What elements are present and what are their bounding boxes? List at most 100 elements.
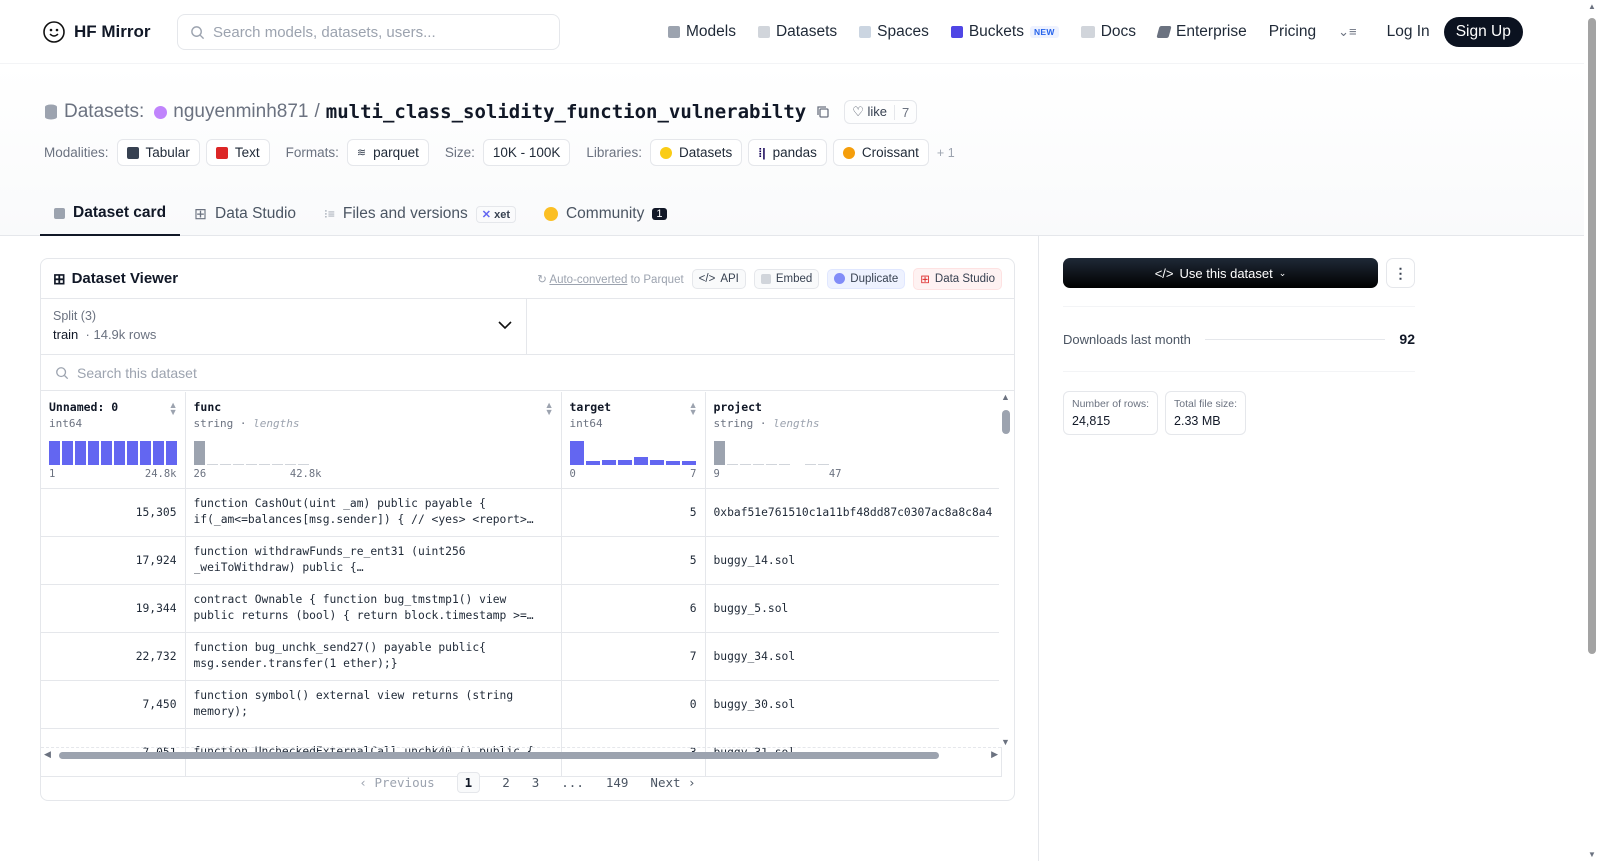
scroll-right-icon[interactable]: ▶ [991,749,998,760]
like-button[interactable]: ♡ like 7 [844,100,918,124]
data-studio-button[interactable]: ⊞ Data Studio [913,267,1002,290]
page-scroll-down-icon[interactable]: ▼ [1588,850,1596,859]
histogram-bar[interactable] [778,464,790,465]
histogram-bar[interactable] [585,461,600,465]
tab-files[interactable]: ⁝≡ Files and versions ✕ xet [310,192,530,236]
tab-community[interactable]: Community 1 [530,192,681,236]
scroll-up-icon[interactable]: ▲ [1001,392,1010,402]
use-dataset-button[interactable]: </> Use this dataset ⌄ [1063,258,1378,288]
nav-datasets[interactable]: Datasets [757,23,837,41]
column-header-unnamed[interactable]: Unnamed: 0 int64 ▲ ▼ 1 24.8k [41,392,186,489]
table-row[interactable]: 19,344 contract Ownable { function bug_tm… [41,584,1002,633]
histogram-bar[interactable] [739,464,751,465]
histogram-bar[interactable] [713,441,725,465]
page-scrollbar-thumb[interactable] [1588,18,1596,654]
histogram-bar[interactable] [193,441,205,465]
histogram-bar[interactable] [232,464,244,465]
histogram-bar[interactable] [100,441,112,465]
login-link[interactable]: Log In [1387,23,1430,41]
api-button[interactable]: </> API [691,268,746,289]
page-1[interactable]: 1 [456,771,481,793]
sort-icon[interactable]: ▲ ▼ [169,401,178,417]
auto-converted-link[interactable]: Auto-converted [549,274,627,286]
histogram-bar[interactable] [206,464,218,465]
histogram-bar[interactable] [87,441,99,465]
histogram-bar[interactable] [271,464,283,465]
histogram-bar[interactable] [601,460,616,465]
page-149[interactable]: 149 [606,775,629,790]
histogram-bar[interactable] [258,464,270,465]
histogram-bar[interactable] [284,464,296,465]
tab-dataset-card[interactable]: Dataset card [40,192,181,236]
tag-text[interactable]: Text [205,139,270,166]
histogram-bar[interactable] [817,464,829,465]
sort-icon[interactable]: ▲ ▼ [689,401,698,417]
table-vertical-scrollbar[interactable]: ▲ ▼ [999,392,1014,747]
nav-buckets[interactable]: Buckets NEW [950,23,1059,41]
histogram-bar[interactable] [139,441,151,465]
histogram-bar[interactable] [152,441,164,465]
nav-docs[interactable]: Docs [1080,23,1136,41]
scroll-down-icon[interactable]: ▼ [1001,737,1010,747]
sort-icon[interactable]: ▲ ▼ [545,401,554,417]
histogram-bar[interactable] [297,464,309,465]
next-page-button[interactable]: Next › [650,775,695,790]
table-row[interactable]: 17,924 function withdrawFunds_re_ent31 (u… [41,536,1002,585]
scrollbar-thumb[interactable] [59,752,939,759]
nav-spaces[interactable]: Spaces [859,23,929,41]
embed-button[interactable]: Embed [753,268,820,289]
tag-tabular[interactable]: Tabular [116,139,200,166]
prev-page-button[interactable]: ‹ Previous [359,775,434,790]
table-row[interactable]: 22,732 function bug_unchk_send27() payabl… [41,632,1002,681]
histogram-bar[interactable] [569,441,584,465]
page-2[interactable]: 2 [502,775,510,790]
histogram-bar[interactable] [113,441,125,465]
tag-croissant[interactable]: Croissant [832,139,929,166]
nav-pricing[interactable]: Pricing [1269,23,1316,41]
column-header-target[interactable]: target int64 ▲ ▼ 0 7 [561,392,706,489]
tag-datasets-lib[interactable]: Datasets [649,139,743,166]
brand-logo[interactable]: HF Mirror [42,20,151,44]
scroll-left-icon[interactable]: ◀ [44,749,51,760]
column-header-project[interactable]: project string · lengths 9 47 [705,392,1002,489]
duplicate-button[interactable]: Duplicate [827,268,906,289]
histogram-bar[interactable] [804,464,816,465]
more-libraries[interactable]: + 1 [937,146,955,160]
tag-size[interactable]: 10K - 100K [482,139,571,166]
split-select[interactable]: Split (3) train · 14.9k rows [41,299,527,354]
histogram-bar[interactable] [792,464,803,465]
nav-enterprise[interactable]: Enterprise [1156,23,1247,41]
table-row[interactable]: 7,450 function symbol() external view ret… [41,680,1002,729]
histogram-bar[interactable] [126,441,138,465]
histogram-bar[interactable] [74,441,86,465]
histogram-bar[interactable] [245,464,257,465]
page-3[interactable]: 3 [532,775,540,790]
scrollbar-thumb[interactable] [1002,410,1010,434]
nav-models[interactable]: Models [668,23,736,41]
histogram-bar[interactable] [61,441,73,465]
histogram-bar[interactable] [681,461,696,465]
repo-owner-link[interactable]: nguyenminh871 [173,101,308,123]
histogram-bar[interactable] [165,441,177,465]
column-header-func[interactable]: func string · lengths ▲ ▼ 26 42.8k [185,392,562,489]
tag-parquet[interactable]: ≋ parquet [346,139,429,166]
tab-data-studio[interactable]: ⊞ Data Studio [180,192,310,236]
histogram-bar[interactable] [649,460,664,465]
table-horizontal-scrollbar[interactable]: ◀ ▶ [41,747,1001,762]
histogram-bar[interactable] [219,464,231,465]
tag-pandas[interactable]: ⁞| pandas [748,139,827,166]
table-row[interactable]: 15,305 function CashOut(uint _am) public … [41,488,1002,537]
histogram-bar[interactable] [665,461,680,465]
global-search-input[interactable]: Search models, datasets, users... [177,14,560,50]
page-scrollbar[interactable]: ▲ ▼ [1584,0,1600,861]
histogram-bar[interactable] [752,464,764,465]
histogram-bar[interactable] [617,460,632,465]
dataset-search-input[interactable]: Search this dataset [41,355,1014,391]
page-scroll-up-icon[interactable]: ▲ [1588,2,1596,11]
more-options-button[interactable]: ⋮ [1386,258,1415,288]
repo-name[interactable]: multi_class_solidity_function_vulnerabil… [326,101,806,123]
copy-icon[interactable] [816,105,830,119]
histogram-bar[interactable] [726,464,738,465]
histogram-bar[interactable] [633,457,648,465]
nav-more-menu[interactable]: ⌄≡ [1338,24,1356,40]
